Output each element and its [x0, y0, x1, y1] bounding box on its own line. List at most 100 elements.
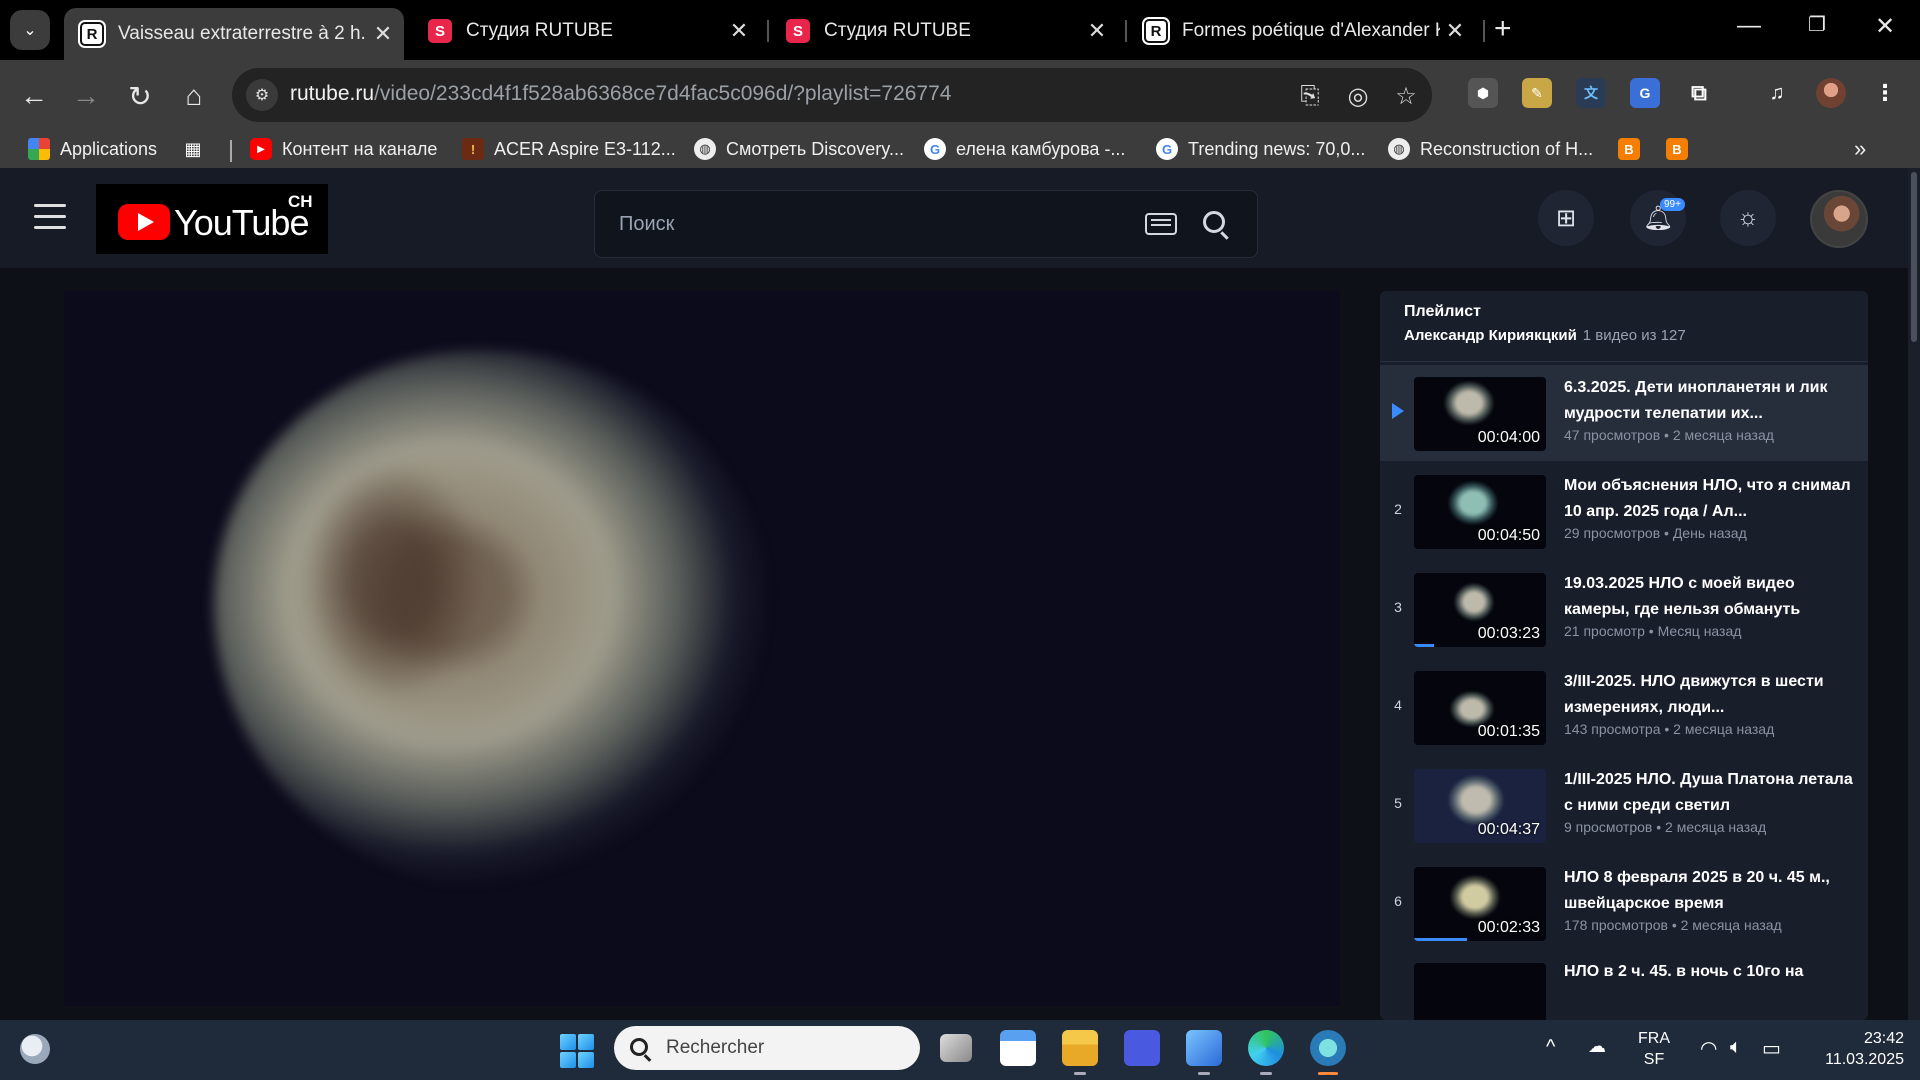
- bookmark-acer[interactable]: ! ACER Aspire E3-112...: [462, 136, 676, 162]
- more-bookmarks-button[interactable]: »: [1854, 136, 1866, 162]
- video-title[interactable]: НЛО в 2 ч. 45. в ночь с 10го на: [1564, 959, 1854, 985]
- media-control-icon[interactable]: ♫: [1762, 78, 1792, 108]
- playlist-item[interactable]: 3 00:03:23 19.03.2025 НЛО с моей видео к…: [1380, 561, 1868, 657]
- bookmark-discovery[interactable]: ◍ Смотреть Discovery...: [694, 136, 904, 162]
- address-bar[interactable]: ⚙ rutube.ru/video/233cd4f1f528ab6368ce7d…: [232, 68, 1432, 122]
- playlist-item[interactable]: НЛО в 2 ч. 45. в ночь с 10го на: [1380, 953, 1868, 1020]
- active-app-icon[interactable]: [1310, 1030, 1346, 1075]
- video-thumbnail[interactable]: 00:02:33: [1414, 867, 1546, 941]
- file-explorer-icon[interactable]: [1062, 1030, 1098, 1075]
- video-thumbnail[interactable]: 00:03:23: [1414, 573, 1546, 647]
- page-scrollbar-thumb[interactable]: [1911, 172, 1917, 342]
- keyboard-icon[interactable]: [1145, 213, 1177, 235]
- eye-off-icon[interactable]: ◎: [1344, 82, 1372, 110]
- bookmark-star-icon[interactable]: ☆: [1392, 82, 1420, 110]
- battery-icon[interactable]: ▭: [1762, 1036, 1781, 1061]
- store-icon[interactable]: [1000, 1030, 1036, 1066]
- video-title[interactable]: 3/III-2025. НЛО движутся в шести измерен…: [1564, 669, 1854, 721]
- video-thumbnail[interactable]: 00:04:50: [1414, 475, 1546, 549]
- site-info-icon[interactable]: ⚙: [246, 79, 278, 111]
- video-player[interactable]: [64, 291, 1340, 1006]
- rutube-icon: R: [1144, 19, 1168, 43]
- bookmark-youtube-content[interactable]: ▶ Контент на канале: [250, 136, 437, 162]
- video-title[interactable]: НЛО 8 февраля 2025 в 20 ч. 45 м., швейца…: [1564, 865, 1854, 917]
- tab-2[interactable]: S Студия RUTUBE ✕: [412, 8, 760, 54]
- extension-icon[interactable]: ✎: [1522, 78, 1552, 108]
- playlist-item[interactable]: 5 00:04:37 1/III-2025 НЛО. Душа Платона …: [1380, 757, 1868, 853]
- video-title[interactable]: 1/III-2025 НЛО. Душа Платона летала с ни…: [1564, 767, 1854, 819]
- bookmark-grid[interactable]: ▦: [182, 136, 214, 162]
- playlist-item[interactable]: 6 00:02:33 НЛО 8 февраля 2025 в 20 ч. 45…: [1380, 855, 1868, 951]
- notifications-badge: 99+: [1660, 198, 1685, 211]
- close-icon[interactable]: ✕: [368, 21, 398, 47]
- translate-ext-icon[interactable]: 文: [1576, 78, 1606, 108]
- minimize-icon[interactable]: —: [1724, 12, 1774, 40]
- video-title[interactable]: 19.03.2025 НЛО с моей видео камеры, где …: [1564, 571, 1854, 623]
- tab-1[interactable]: R Vaisseau extraterrestre à 2 h. 45 ✕: [64, 8, 404, 60]
- url-host: rutube.ru: [290, 82, 375, 105]
- start-button[interactable]: [560, 1034, 594, 1068]
- video-thumbnail[interactable]: [1414, 963, 1546, 1020]
- forward-icon[interactable]: →: [66, 76, 106, 116]
- language-indicator[interactable]: FRA SF: [1638, 1028, 1670, 1070]
- clock[interactable]: 23:42 11.03.2025: [1808, 1028, 1904, 1070]
- bookmark-blogger-1[interactable]: B: [1618, 136, 1650, 162]
- tab-separator: [1125, 20, 1127, 42]
- puzzle-icon[interactable]: ⧉: [1684, 78, 1714, 108]
- close-icon[interactable]: ✕: [724, 18, 754, 44]
- cloud-icon[interactable]: ☁: [1588, 1036, 1606, 1057]
- taskbar-search[interactable]: Rechercher: [614, 1026, 920, 1070]
- kebab-menu-icon[interactable]: ⋮: [1870, 78, 1900, 108]
- url-text[interactable]: rutube.ru/video/233cd4f1f528ab6368ce7d4f…: [290, 82, 951, 106]
- new-tab-button[interactable]: +: [1494, 12, 1512, 46]
- reload-icon[interactable]: ↻: [120, 76, 160, 116]
- site-logo[interactable]: YouTube CH: [96, 184, 328, 254]
- window-close-icon[interactable]: ✕: [1860, 12, 1910, 41]
- install-app-icon[interactable]: ⎘: [1296, 82, 1324, 110]
- tab-3[interactable]: S Студия RUTUBE ✕: [770, 8, 1118, 54]
- tab-search-button[interactable]: ⌄: [10, 10, 50, 50]
- shield-extension-icon[interactable]: ⬢: [1468, 78, 1498, 108]
- video-thumbnail[interactable]: 00:04:37: [1414, 769, 1546, 843]
- site-search-box[interactable]: Поиск: [594, 190, 1258, 258]
- video-title[interactable]: Мои объяснения НЛО, что я снимал 10 апр.…: [1564, 473, 1854, 525]
- volume-icon[interactable]: 🔈︎: [1730, 1036, 1742, 1059]
- theme-toggle-button[interactable]: ☼: [1720, 190, 1776, 246]
- video-thumbnail[interactable]: 00:04:00: [1414, 377, 1546, 451]
- bookmark-trending[interactable]: G Trending news: 70,0...: [1156, 136, 1365, 162]
- chevron-up-icon[interactable]: ^: [1546, 1036, 1555, 1059]
- bookmark-kamburova[interactable]: G елена камбурова -...: [924, 136, 1125, 162]
- video-thumbnail[interactable]: 00:01:35: [1414, 671, 1546, 745]
- user-avatar[interactable]: [1810, 190, 1868, 248]
- tab-4[interactable]: R Formes poétique d'Alexander K ✕: [1128, 8, 1476, 54]
- notifications-button[interactable]: 🔔︎ 99+: [1630, 190, 1686, 246]
- bookmark-reconstruction[interactable]: ◍ Reconstruction of H...: [1388, 136, 1593, 162]
- playlist-item[interactable]: 00:04:00 6.3.2025. Дети инопланетян и ли…: [1380, 365, 1868, 461]
- bookmark-blogger-2[interactable]: B: [1666, 136, 1698, 162]
- thumbnail-image: [1444, 381, 1494, 425]
- close-icon[interactable]: ✕: [1440, 18, 1470, 44]
- bookmark-label: Trending news: 70,0...: [1188, 138, 1366, 159]
- google-translate-icon[interactable]: G: [1630, 78, 1660, 108]
- weather-widget-icon[interactable]: [20, 1034, 50, 1064]
- back-icon[interactable]: ←: [14, 76, 54, 116]
- photos-icon[interactable]: [1186, 1030, 1222, 1075]
- profile-avatar[interactable]: [1816, 78, 1846, 108]
- playlist-author[interactable]: Александр Кириякцкий: [1404, 327, 1577, 344]
- hamburger-menu-icon[interactable]: [34, 204, 66, 230]
- search-placeholder[interactable]: Поиск: [619, 213, 674, 236]
- wifi-icon[interactable]: ◠: [1700, 1036, 1717, 1061]
- playlist-position: 1 видео из 127: [1582, 327, 1686, 344]
- bookmark-applications[interactable]: Applications: [28, 136, 157, 162]
- playlist-item[interactable]: 2 00:04:50 Мои объяснения НЛО, что я сни…: [1380, 463, 1868, 559]
- edge-icon[interactable]: [1248, 1030, 1284, 1075]
- playlist-item[interactable]: 4 00:01:35 3/III-2025. НЛО движутся в ше…: [1380, 659, 1868, 755]
- close-icon[interactable]: ✕: [1082, 18, 1112, 44]
- app-icon[interactable]: [1124, 1030, 1160, 1066]
- video-title[interactable]: 6.3.2025. Дети инопланетян и лик мудрост…: [1564, 375, 1854, 427]
- search-icon[interactable]: [1203, 211, 1225, 233]
- home-icon[interactable]: ⌂: [174, 76, 214, 116]
- task-view-icon[interactable]: [940, 1034, 972, 1062]
- restore-icon[interactable]: ❐: [1792, 12, 1842, 37]
- upload-button[interactable]: ⊞: [1538, 190, 1594, 246]
